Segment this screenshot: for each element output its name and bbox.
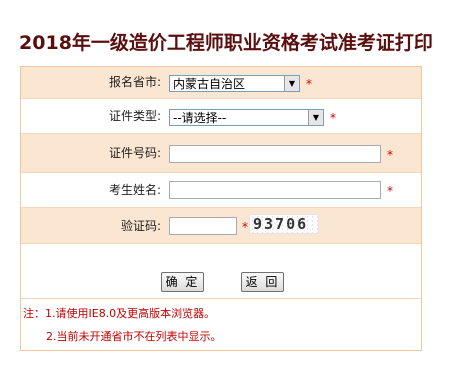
province-select-value: 内蒙古自治区 bbox=[173, 77, 246, 91]
required-star: * bbox=[242, 220, 248, 234]
form-panel: 报名省市: 内蒙古自治区 ▼ * 证件类型: --请选择-- ▼ * 证件号码:… bbox=[20, 66, 422, 351]
id-number-input[interactable] bbox=[169, 145, 381, 163]
captcha-input[interactable] bbox=[169, 217, 237, 235]
name-input[interactable] bbox=[169, 181, 381, 199]
captcha-label: 验证码: bbox=[120, 219, 161, 233]
required-star: * bbox=[387, 184, 393, 198]
id-number-row: 证件号码: * bbox=[21, 134, 421, 173]
required-star: * bbox=[330, 111, 336, 125]
captcha-image[interactable]: 93706 bbox=[249, 214, 319, 234]
id-type-select-value: --请选择-- bbox=[173, 111, 227, 125]
id-type-select[interactable]: --请选择-- ▼ bbox=[169, 109, 324, 126]
name-label: 考生姓名: bbox=[108, 183, 161, 197]
id-type-row: 证件类型: --请选择-- ▼ * bbox=[21, 99, 421, 134]
chevron-down-icon[interactable]: ▼ bbox=[284, 76, 299, 91]
id-type-label: 证件类型: bbox=[108, 109, 161, 123]
divider bbox=[21, 298, 421, 299]
province-select[interactable]: 内蒙古自治区 ▼ bbox=[169, 75, 300, 92]
captcha-row: 验证码: * 93706 bbox=[21, 208, 421, 244]
note-line-2: 2.当前未开通省市不在列表中显示。 bbox=[46, 330, 222, 343]
province-row: 报名省市: 内蒙古自治区 ▼ * bbox=[21, 67, 421, 99]
note-line-1: 注：1.请使用IE8.0及更高版本浏览器。 bbox=[23, 307, 216, 320]
page-title: 2018年一级造价工程师职业资格考试准考证打印 bbox=[19, 32, 433, 54]
back-button[interactable]: 返 回 bbox=[241, 272, 284, 292]
confirm-button[interactable]: 确 定 bbox=[161, 272, 204, 292]
required-star: * bbox=[387, 148, 393, 162]
captcha-noise bbox=[250, 215, 318, 233]
chevron-down-icon[interactable]: ▼ bbox=[308, 110, 323, 125]
name-row: 考生姓名: * bbox=[21, 173, 421, 208]
required-star: * bbox=[306, 77, 312, 91]
id-number-label: 证件号码: bbox=[108, 146, 161, 160]
province-label: 报名省市: bbox=[108, 75, 161, 89]
